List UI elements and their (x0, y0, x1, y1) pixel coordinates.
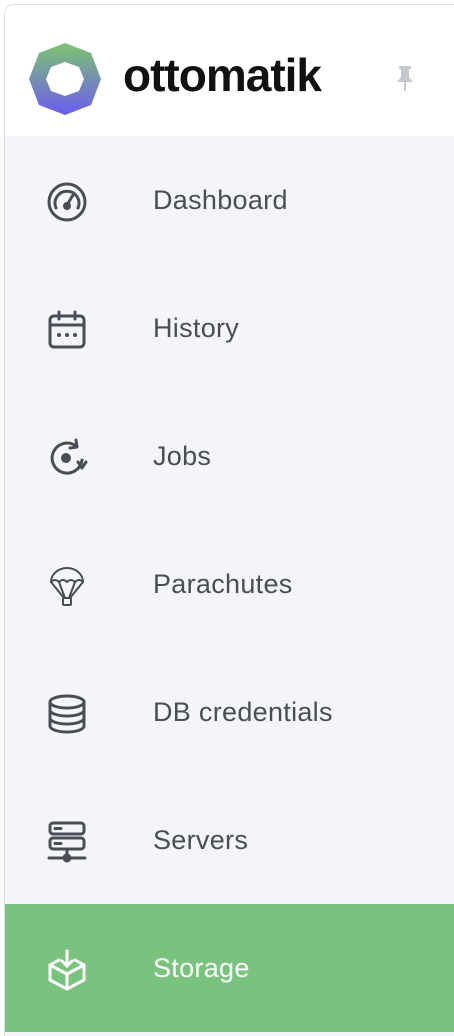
nav-item-db-credentials[interactable]: DB credentials (5, 648, 454, 776)
nav-item-history[interactable]: History (5, 264, 454, 392)
nav-item-parachutes[interactable]: Parachutes (5, 520, 454, 648)
nav-label: Dashboard (153, 185, 288, 215)
main-nav: Dashboard History Jobs Parachutes DB cre… (5, 136, 454, 1032)
calendar-icon (48, 310, 86, 349)
pin-icon[interactable] (393, 63, 417, 93)
refresh-cycle-icon (50, 438, 88, 475)
ottomatik-logo-icon[interactable] (27, 41, 103, 117)
nav-item-servers[interactable]: Servers (5, 776, 454, 904)
nav-item-dashboard[interactable]: Dashboard (5, 136, 454, 264)
nav-label: Servers (153, 825, 249, 855)
nav-item-jobs[interactable]: Jobs (5, 392, 454, 520)
parachute-icon (50, 567, 84, 606)
brand-header: ottomatik (5, 5, 454, 136)
storage-box-icon (48, 949, 86, 991)
nav-label: Jobs (153, 441, 212, 471)
nav-item-storage[interactable]: Storage (5, 904, 454, 1032)
brand-name: ottomatik (123, 49, 322, 101)
database-icon (48, 694, 86, 734)
sidebar: ottomatik Dashboard History Jobs Parachu… (4, 4, 454, 1036)
gauge-icon (47, 182, 87, 222)
server-icon (47, 821, 87, 863)
nav-label: DB credentials (153, 697, 333, 727)
nav-label: History (153, 313, 240, 343)
nav-label: Parachutes (153, 569, 293, 599)
nav-label: Storage (153, 953, 250, 983)
